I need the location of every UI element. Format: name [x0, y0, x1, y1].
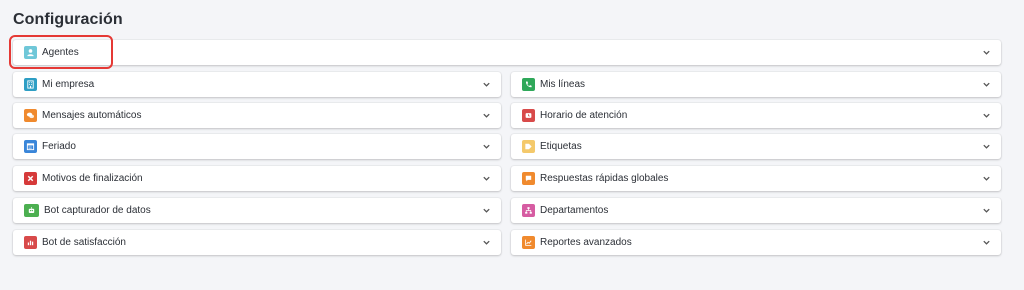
- settings-item-label: Respuestas rápidas globales: [540, 173, 669, 184]
- chevron-down-icon[interactable]: [481, 142, 491, 152]
- settings-item-departamentos[interactable]: Departamentos: [511, 198, 1001, 223]
- settings-item-reportes-avanzados[interactable]: Reportes avanzados: [511, 230, 1001, 255]
- chevron-down-icon[interactable]: [981, 238, 991, 248]
- chevron-down-icon[interactable]: [481, 174, 491, 184]
- settings-item-horario-atencion[interactable]: Horario de atención: [511, 103, 1001, 128]
- chevron-down-icon[interactable]: [981, 174, 991, 184]
- settings-item-label: Mensajes automáticos: [42, 110, 142, 121]
- chevron-down-icon[interactable]: [481, 238, 491, 248]
- x-icon: [24, 172, 37, 185]
- settings-item-label: Etiquetas: [540, 141, 582, 152]
- robot-icon: [24, 204, 39, 217]
- settings-item-feriado[interactable]: Feriado: [13, 134, 501, 159]
- settings-item-agentes[interactable]: Agentes: [13, 40, 1001, 65]
- bar-chart-icon: [24, 236, 37, 249]
- settings-item-mis-lineas[interactable]: Mis líneas: [511, 72, 1001, 97]
- settings-item-label: Bot de satisfacción: [42, 237, 126, 248]
- sitemap-icon: [522, 204, 535, 217]
- chevron-down-icon[interactable]: [981, 111, 991, 121]
- clock-icon: [522, 109, 535, 122]
- chat-bubbles-icon: [24, 109, 37, 122]
- page-title: Configuración: [13, 11, 123, 28]
- speech-bubble-icon: [522, 172, 535, 185]
- settings-item-label: Horario de atención: [540, 110, 628, 121]
- settings-item-bot-satisfaccion[interactable]: Bot de satisfacción: [13, 230, 501, 255]
- settings-item-mensajes-automaticos[interactable]: Mensajes automáticos: [13, 103, 501, 128]
- settings-item-respuestas-rapidas[interactable]: Respuestas rápidas globales: [511, 166, 1001, 191]
- settings-item-label: Feriado: [42, 141, 76, 152]
- settings-item-etiquetas[interactable]: Etiquetas: [511, 134, 1001, 159]
- settings-item-label: Mis líneas: [540, 79, 586, 90]
- building-icon: [24, 78, 37, 91]
- user-icon: [24, 46, 37, 59]
- chevron-down-icon[interactable]: [981, 48, 991, 58]
- calendar-icon: [24, 140, 37, 153]
- phone-icon: [522, 78, 535, 91]
- settings-item-label: Motivos de finalización: [42, 173, 143, 184]
- settings-item-label: Departamentos: [540, 205, 609, 216]
- chevron-down-icon[interactable]: [481, 206, 491, 216]
- chevron-down-icon[interactable]: [981, 206, 991, 216]
- settings-item-motivos-finalizacion[interactable]: Motivos de finalización: [13, 166, 501, 191]
- settings-item-bot-capturador[interactable]: Bot capturador de datos: [13, 198, 501, 223]
- chevron-down-icon[interactable]: [481, 111, 491, 121]
- settings-item-label: Mi empresa: [42, 79, 95, 90]
- settings-item-mi-empresa[interactable]: Mi empresa: [13, 72, 501, 97]
- chevron-down-icon[interactable]: [981, 80, 991, 90]
- line-chart-icon: [522, 236, 535, 249]
- tags-icon: [522, 140, 535, 153]
- settings-item-label: Agentes: [42, 47, 79, 58]
- chevron-down-icon[interactable]: [981, 142, 991, 152]
- chevron-down-icon[interactable]: [481, 80, 491, 90]
- settings-item-label: Reportes avanzados: [540, 237, 632, 248]
- settings-item-label: Bot capturador de datos: [44, 205, 151, 216]
